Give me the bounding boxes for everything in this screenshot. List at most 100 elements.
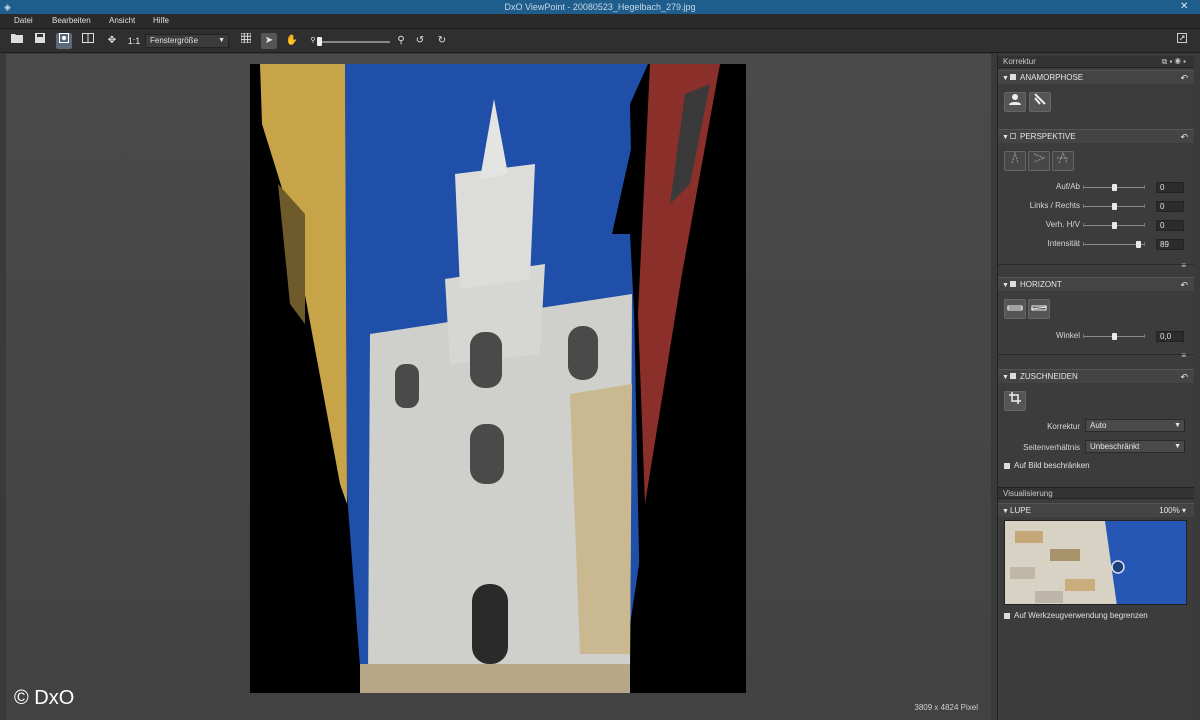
enable-checkbox[interactable] bbox=[1010, 373, 1016, 379]
move-icon[interactable]: ✥ bbox=[104, 33, 120, 49]
perspektive-collapse[interactable]: ≡ bbox=[998, 261, 1194, 270]
perspektive-header[interactable]: ▼ PERSPEKTIVE ↶ bbox=[998, 129, 1194, 143]
intensit-t-label: Intensität bbox=[1047, 239, 1080, 248]
rotate-right-icon[interactable]: ↻ bbox=[434, 33, 450, 49]
pointer-icon[interactable]: ➤ bbox=[261, 33, 277, 49]
limit-tool-usage-label: Auf Werkzeugverwendung begrenzen bbox=[1014, 611, 1148, 620]
anamorphose-auto-icon[interactable] bbox=[1004, 92, 1026, 112]
enable-checkbox[interactable] bbox=[1010, 74, 1016, 80]
horizon-auto-icon[interactable] bbox=[1004, 299, 1026, 319]
perspective-full-icon[interactable] bbox=[1052, 151, 1074, 171]
one-to-one-button[interactable]: 1:1 bbox=[126, 33, 142, 49]
menu-datei[interactable]: Datei bbox=[14, 16, 33, 25]
crop-icon[interactable] bbox=[1004, 391, 1026, 411]
menu-ansicht[interactable]: Ansicht bbox=[109, 16, 135, 25]
pixel-info: 3809 x 4824 Pixel bbox=[914, 703, 978, 712]
restrict-to-image-checkbox[interactable]: Auf Bild beschränken bbox=[1004, 461, 1090, 470]
winkel-label: Winkel bbox=[1055, 331, 1080, 340]
enable-checkbox[interactable] bbox=[1010, 281, 1016, 287]
seitenverhaeltnis-label: Seitenverhältnis bbox=[1023, 443, 1080, 452]
auf-ab-value[interactable]: 0 bbox=[1156, 182, 1184, 193]
save-icon[interactable] bbox=[32, 33, 48, 49]
title-bar: ◈ DxO ViewPoint - 20080523_Hegelbach_279… bbox=[0, 0, 1200, 14]
zuschneiden-title: ZUSCHNEIDEN bbox=[1020, 372, 1078, 381]
anamorphose-header[interactable]: ▼ ANAMORPHOSE ↶ bbox=[998, 70, 1194, 84]
open-folder-icon[interactable] bbox=[9, 33, 25, 49]
reset-icon[interactable]: ↶ bbox=[1180, 370, 1188, 384]
korrektur-dropdown[interactable]: Auto ▼ bbox=[1085, 419, 1185, 432]
zoom-mode-select[interactable]: Fenstergröße ▼ bbox=[145, 34, 229, 48]
winkel-value[interactable]: 0,0 bbox=[1156, 331, 1184, 342]
collapse-icon[interactable]: ≡ bbox=[1181, 351, 1186, 360]
collapse-icon[interactable]: ≡ bbox=[1181, 261, 1186, 270]
korrektur-value: Auto bbox=[1090, 421, 1107, 430]
cathedral-photo bbox=[250, 64, 746, 693]
perspektive-title: PERSPEKTIVE bbox=[1020, 132, 1076, 141]
limit-tool-usage-checkbox[interactable]: Auf Werkzeugverwendung begrenzen bbox=[1004, 611, 1148, 620]
visualisierung-title: Visualisierung bbox=[1003, 489, 1053, 498]
hand-icon[interactable]: ✋ bbox=[284, 33, 300, 49]
chevron-down-icon: ▼ bbox=[1002, 508, 1009, 515]
restrict-to-image-label: Auf Bild beschränken bbox=[1014, 461, 1090, 470]
close-icon[interactable]: ✕ bbox=[1180, 1, 1188, 13]
links-rechts-slider-thumb[interactable] bbox=[1112, 203, 1117, 210]
correction-sidebar: Korrektur ⧉ ▪ ◉ ▪ ▼ ANAMORPHOSE ↶ ▼ PERSPE… bbox=[997, 54, 1194, 720]
links-rechts-value[interactable]: 0 bbox=[1156, 201, 1184, 212]
rotate-left-icon[interactable]: ↺ bbox=[412, 33, 428, 49]
korrektur-title: Korrektur bbox=[1003, 57, 1036, 66]
lupe-title: LUPE bbox=[1010, 506, 1031, 515]
fullscreen-icon[interactable] bbox=[1174, 33, 1190, 49]
winkel-slider-thumb[interactable] bbox=[1112, 333, 1117, 340]
checkbox-box[interactable] bbox=[1004, 462, 1010, 469]
enable-checkbox[interactable] bbox=[1010, 133, 1016, 139]
panel-options-icon[interactable]: ⧉ ▪ ◉ ▪ bbox=[1162, 56, 1186, 68]
verh-h-v-value[interactable]: 0 bbox=[1156, 220, 1184, 231]
chevron-down-icon: ▼ bbox=[218, 37, 225, 44]
zoom-mode-value: Fenstergröße bbox=[150, 36, 199, 45]
chevron-down-icon: ▼ bbox=[1174, 443, 1181, 450]
lupe-zoom-select[interactable]: 100% ▾ bbox=[1159, 504, 1186, 518]
menu-hilfe[interactable]: Hilfe bbox=[153, 16, 169, 25]
chevron-down-icon: ▼ bbox=[1002, 282, 1009, 289]
zuschneiden-header[interactable]: ▼ ZUSCHNEIDEN ↶ bbox=[998, 369, 1194, 383]
horizont-title: HORIZONT bbox=[1020, 280, 1062, 289]
intensit-t-value[interactable]: 89 bbox=[1156, 239, 1184, 250]
lupe-header[interactable]: ▼LUPE 100% ▾ bbox=[998, 503, 1194, 517]
reset-icon[interactable]: ↶ bbox=[1180, 130, 1188, 144]
verh-h-v-slider-thumb[interactable] bbox=[1112, 222, 1117, 229]
visualisierung-panel-header: Visualisierung bbox=[998, 487, 1194, 499]
reset-icon[interactable]: ↶ bbox=[1180, 71, 1188, 85]
zoom-slider[interactable] bbox=[318, 41, 390, 43]
loupe-preview[interactable] bbox=[1004, 520, 1187, 605]
horizon-manual-icon[interactable] bbox=[1028, 299, 1050, 319]
horizont-header[interactable]: ▼ HORIZONT ↶ bbox=[998, 277, 1194, 291]
seitenverhaeltnis-value: Unbeschränkt bbox=[1090, 442, 1140, 451]
zoom-slider-thumb[interactable] bbox=[317, 37, 322, 46]
copyright-watermark: © DxO bbox=[14, 687, 75, 709]
chevron-down-icon: ▼ bbox=[1002, 134, 1009, 141]
horizont-collapse[interactable]: ≡ bbox=[998, 351, 1194, 360]
korrektur-label: Korrektur bbox=[1047, 422, 1080, 431]
perspective-vertical-icon[interactable] bbox=[1004, 151, 1026, 171]
anamorphose-manual-icon[interactable] bbox=[1029, 92, 1051, 112]
photo-canvas[interactable] bbox=[250, 64, 746, 693]
korrektur-panel-header: Korrektur ⧉ ▪ ◉ ▪ bbox=[998, 56, 1194, 68]
menu-bearbeiten[interactable]: Bearbeiten bbox=[52, 16, 91, 25]
chevron-down-icon: ▼ bbox=[1002, 374, 1009, 381]
chevron-down-icon: ▼ bbox=[1174, 422, 1181, 429]
links-rechts-label: Links / Rechts bbox=[1029, 201, 1080, 210]
checkbox-box[interactable] bbox=[1004, 612, 1010, 619]
zoom-in-icon[interactable]: ⚲ bbox=[393, 33, 409, 49]
auf-ab-slider-thumb[interactable] bbox=[1112, 184, 1117, 191]
verh-h-v-label: Verh. H/V bbox=[1045, 220, 1080, 229]
window-title: DxO ViewPoint - 20080523_Hegelbach_279.j… bbox=[504, 2, 696, 12]
grid-icon[interactable] bbox=[238, 32, 254, 49]
compare-view-icon[interactable] bbox=[80, 33, 96, 49]
loupe-image bbox=[1005, 521, 1186, 604]
lupe-zoom-value: 100% bbox=[1159, 506, 1180, 515]
perspective-horizontal-icon[interactable] bbox=[1028, 151, 1050, 171]
seitenverhaeltnis-dropdown[interactable]: Unbeschränkt ▼ bbox=[1085, 440, 1185, 453]
single-view-icon[interactable] bbox=[56, 33, 72, 49]
reset-icon[interactable]: ↶ bbox=[1180, 278, 1188, 292]
intensit-t-slider-thumb[interactable] bbox=[1136, 241, 1142, 248]
